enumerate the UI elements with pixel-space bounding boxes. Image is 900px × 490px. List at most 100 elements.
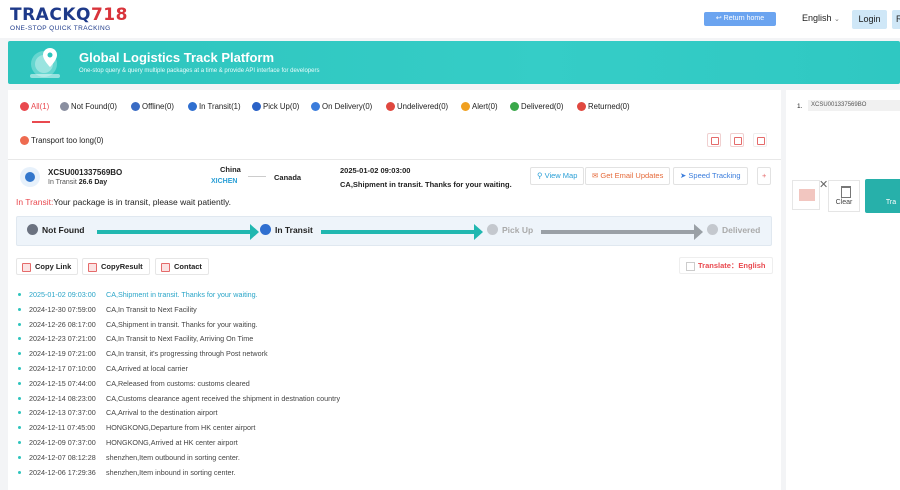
login-button[interactable]: Login xyxy=(852,10,887,29)
destination-country: Canada xyxy=(274,173,302,182)
event-date: 2024-12-15 07:44:00 xyxy=(29,378,96,388)
event-date: 2024-12-06 17:29:36 xyxy=(29,467,96,477)
filter-in-transit[interactable]: In Transit(1) xyxy=(188,102,241,111)
top-bar: TRACKQ718 ONE-STOP QUICK TRACKING ↩ Retu… xyxy=(0,0,900,38)
filter-returned[interactable]: Returned(0) xyxy=(577,102,630,111)
logo-tagline: ONE-STOP QUICK TRACKING xyxy=(10,25,111,32)
event-message: CA,Released from customs: customs cleare… xyxy=(106,378,250,388)
event-message: CA,In Transit to Next Facility, Arriving… xyxy=(106,334,254,344)
status-icon xyxy=(577,102,586,111)
event-date: 2024-12-23 07:21:00 xyxy=(29,334,96,344)
language-select[interactable]: English ⌄ xyxy=(802,13,840,23)
filter-label: Alert(0) xyxy=(472,102,498,111)
clear-label: Clear xyxy=(835,199,853,206)
filter-on-delivery[interactable]: On Delivery(0) xyxy=(311,102,372,111)
stage-label: Not Found xyxy=(42,224,85,235)
bullet-icon xyxy=(18,396,21,400)
return-home-button[interactable]: ↩ Return home xyxy=(704,12,776,26)
translate-button[interactable]: Translate：English xyxy=(679,257,773,274)
copy-all-icon[interactable] xyxy=(730,133,744,147)
progress-segment-pending xyxy=(541,224,703,240)
filter-offline[interactable]: Offline(0) xyxy=(131,102,174,111)
divider xyxy=(8,159,781,160)
chevron-down-icon: ⌄ xyxy=(834,16,840,23)
logo[interactable]: TRACKQ718 ONE-STOP QUICK TRACKING xyxy=(10,6,128,32)
globe-pin-icon xyxy=(30,48,60,78)
event-message: HONGKONG,Departure from HK center airpor… xyxy=(106,423,256,433)
route-arrow xyxy=(248,176,266,177)
status-icon xyxy=(131,102,140,111)
transit-duration: In Transit 26.6 Day xyxy=(48,179,107,186)
stage-label: Pick Up xyxy=(502,224,534,235)
language-label: English xyxy=(802,13,832,23)
email-updates-label: Get Email Updates xyxy=(600,171,664,180)
stage-label: Delivered xyxy=(722,224,761,235)
status-icon xyxy=(60,102,69,111)
event-date: 2024-12-13 07:37:00 xyxy=(29,408,96,418)
filter-alert[interactable]: Alert(0) xyxy=(461,102,498,111)
last-event-date: 2025-01-02 09:03:00 xyxy=(340,166,411,175)
transit-icon xyxy=(260,224,271,235)
speed-tracking-label: Speed Tracking xyxy=(688,171,741,180)
carrier-thumbnail[interactable] xyxy=(792,180,820,210)
transit-status-text: Your package is in transit, please wait … xyxy=(53,197,231,207)
map-pin-icon: ⚲ xyxy=(537,171,543,180)
filter-label: Pick Up(0) xyxy=(263,102,300,111)
bullet-icon xyxy=(18,381,21,385)
clear-button[interactable]: Clear xyxy=(828,180,860,212)
status-icon xyxy=(461,102,470,111)
filter-delivered[interactable]: Delivered(0) xyxy=(510,102,563,111)
check-icon xyxy=(707,224,718,235)
banner-title: Global Logistics Track Platform xyxy=(79,50,275,65)
status-icon xyxy=(20,136,29,145)
contact-button[interactable]: Contact xyxy=(155,258,209,275)
filter-label: Offline(0) xyxy=(142,102,174,111)
stage-label: In Transit xyxy=(275,224,313,235)
more-options-icon[interactable] xyxy=(753,133,767,147)
track-button[interactable]: Tra xyxy=(865,179,900,213)
sidebar-index: 1. xyxy=(797,103,803,110)
tracking-number[interactable]: XCSU001337569BO xyxy=(48,168,122,177)
filter-label: All(1) xyxy=(31,102,50,111)
tracking-input[interactable]: XCSU001337569BO xyxy=(808,100,900,111)
copy-result-button[interactable]: CopyResult xyxy=(82,258,150,275)
event-date: 2024-12-11 07:45:00 xyxy=(29,423,96,433)
filter-label: In Transit(1) xyxy=(199,102,241,111)
filter-not-found[interactable]: Not Found(0) xyxy=(60,102,117,111)
package-status: In Transit xyxy=(48,179,77,186)
copy-link-button[interactable]: Copy Link xyxy=(16,258,79,275)
transit-status-line: In Transit:Your package is in transit, p… xyxy=(16,197,231,207)
transit-days: 26.6 Day xyxy=(78,179,108,186)
event-date: 2024-12-26 08:17:00 xyxy=(29,319,96,329)
sidebar: 1. XCSU001337569BO ✕ Clear Tra xyxy=(786,90,900,490)
pickup-icon xyxy=(487,224,498,235)
transit-status-label: In Transit: xyxy=(16,197,54,207)
filter-all[interactable]: All(1) xyxy=(20,102,49,111)
bullet-icon xyxy=(18,455,21,459)
close-icon[interactable]: ✕ xyxy=(819,178,828,191)
expand-button[interactable]: + xyxy=(757,167,772,185)
register-button[interactable]: R xyxy=(892,10,900,29)
event-date: 2024-12-09 07:37:00 xyxy=(29,438,96,447)
status-icon xyxy=(27,224,38,235)
stage-not-found: Not Found xyxy=(27,224,84,235)
speed-tracking-button[interactable]: ➤ Speed Tracking xyxy=(673,167,748,185)
logo-number: 718 xyxy=(90,5,128,25)
bullet-icon xyxy=(18,293,21,296)
view-map-button[interactable]: ⚲ View Map xyxy=(530,167,585,185)
status-icon xyxy=(20,102,29,111)
export-icon[interactable] xyxy=(707,133,721,147)
filter-transport-too-long[interactable]: Transport too long(0) xyxy=(20,136,104,145)
status-icon xyxy=(252,102,261,111)
filter-pick-up[interactable]: Pick Up(0) xyxy=(252,102,299,111)
event-message: shenzhen,Item inbound in sorting center. xyxy=(106,467,236,477)
event-message: shenzhen,Item outbound in sorting center… xyxy=(106,452,240,462)
event-date: 2024-12-17 07:10:00 xyxy=(29,364,96,373)
email-updates-button[interactable]: ✉ Get Email Updates xyxy=(585,167,671,185)
status-icon xyxy=(188,102,197,111)
filter-label: On Delivery(0) xyxy=(322,102,373,111)
filter-undelivered[interactable]: Undelivered(0) xyxy=(386,102,448,111)
bullet-icon xyxy=(18,470,21,474)
bullet-icon xyxy=(18,322,21,326)
bullet-icon xyxy=(18,441,21,444)
